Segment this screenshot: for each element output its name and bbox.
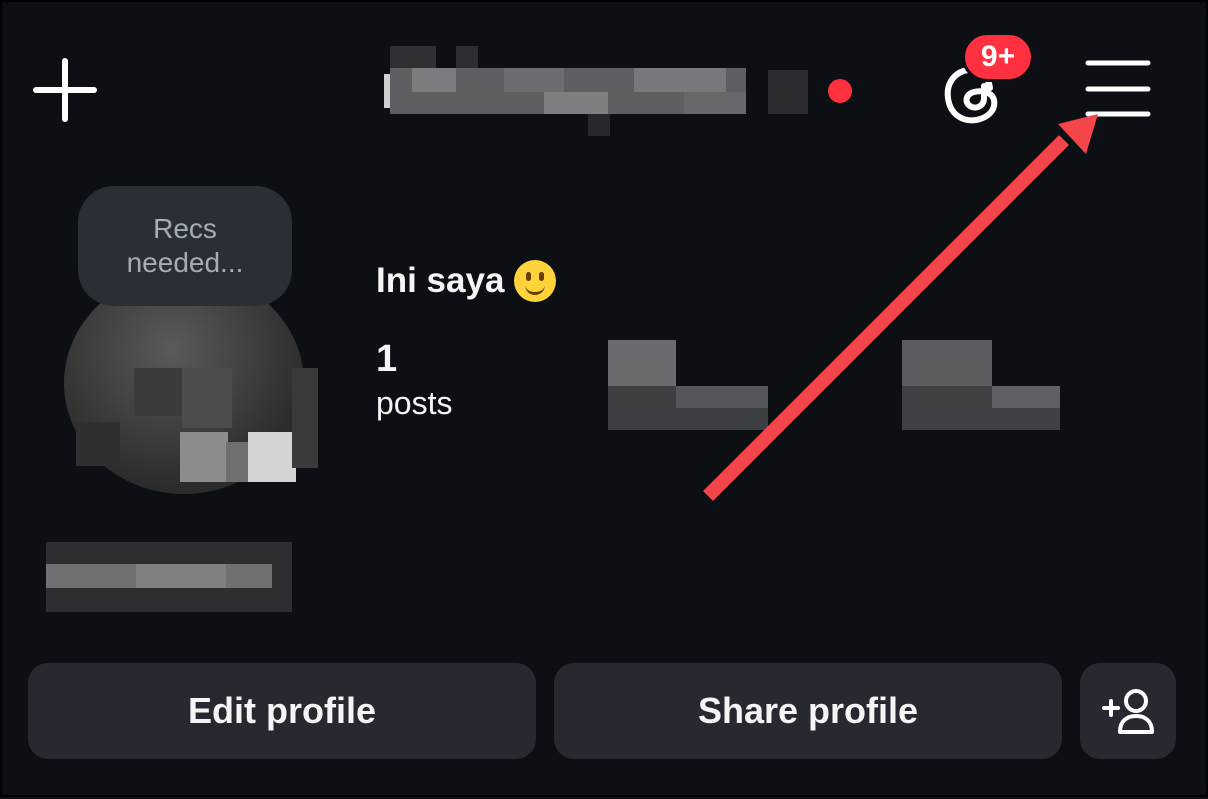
annotation-arrow: [703, 114, 1098, 501]
app-frame: 9+ Recs needed... Ini saya 1 posts Edit …: [0, 0, 1208, 797]
